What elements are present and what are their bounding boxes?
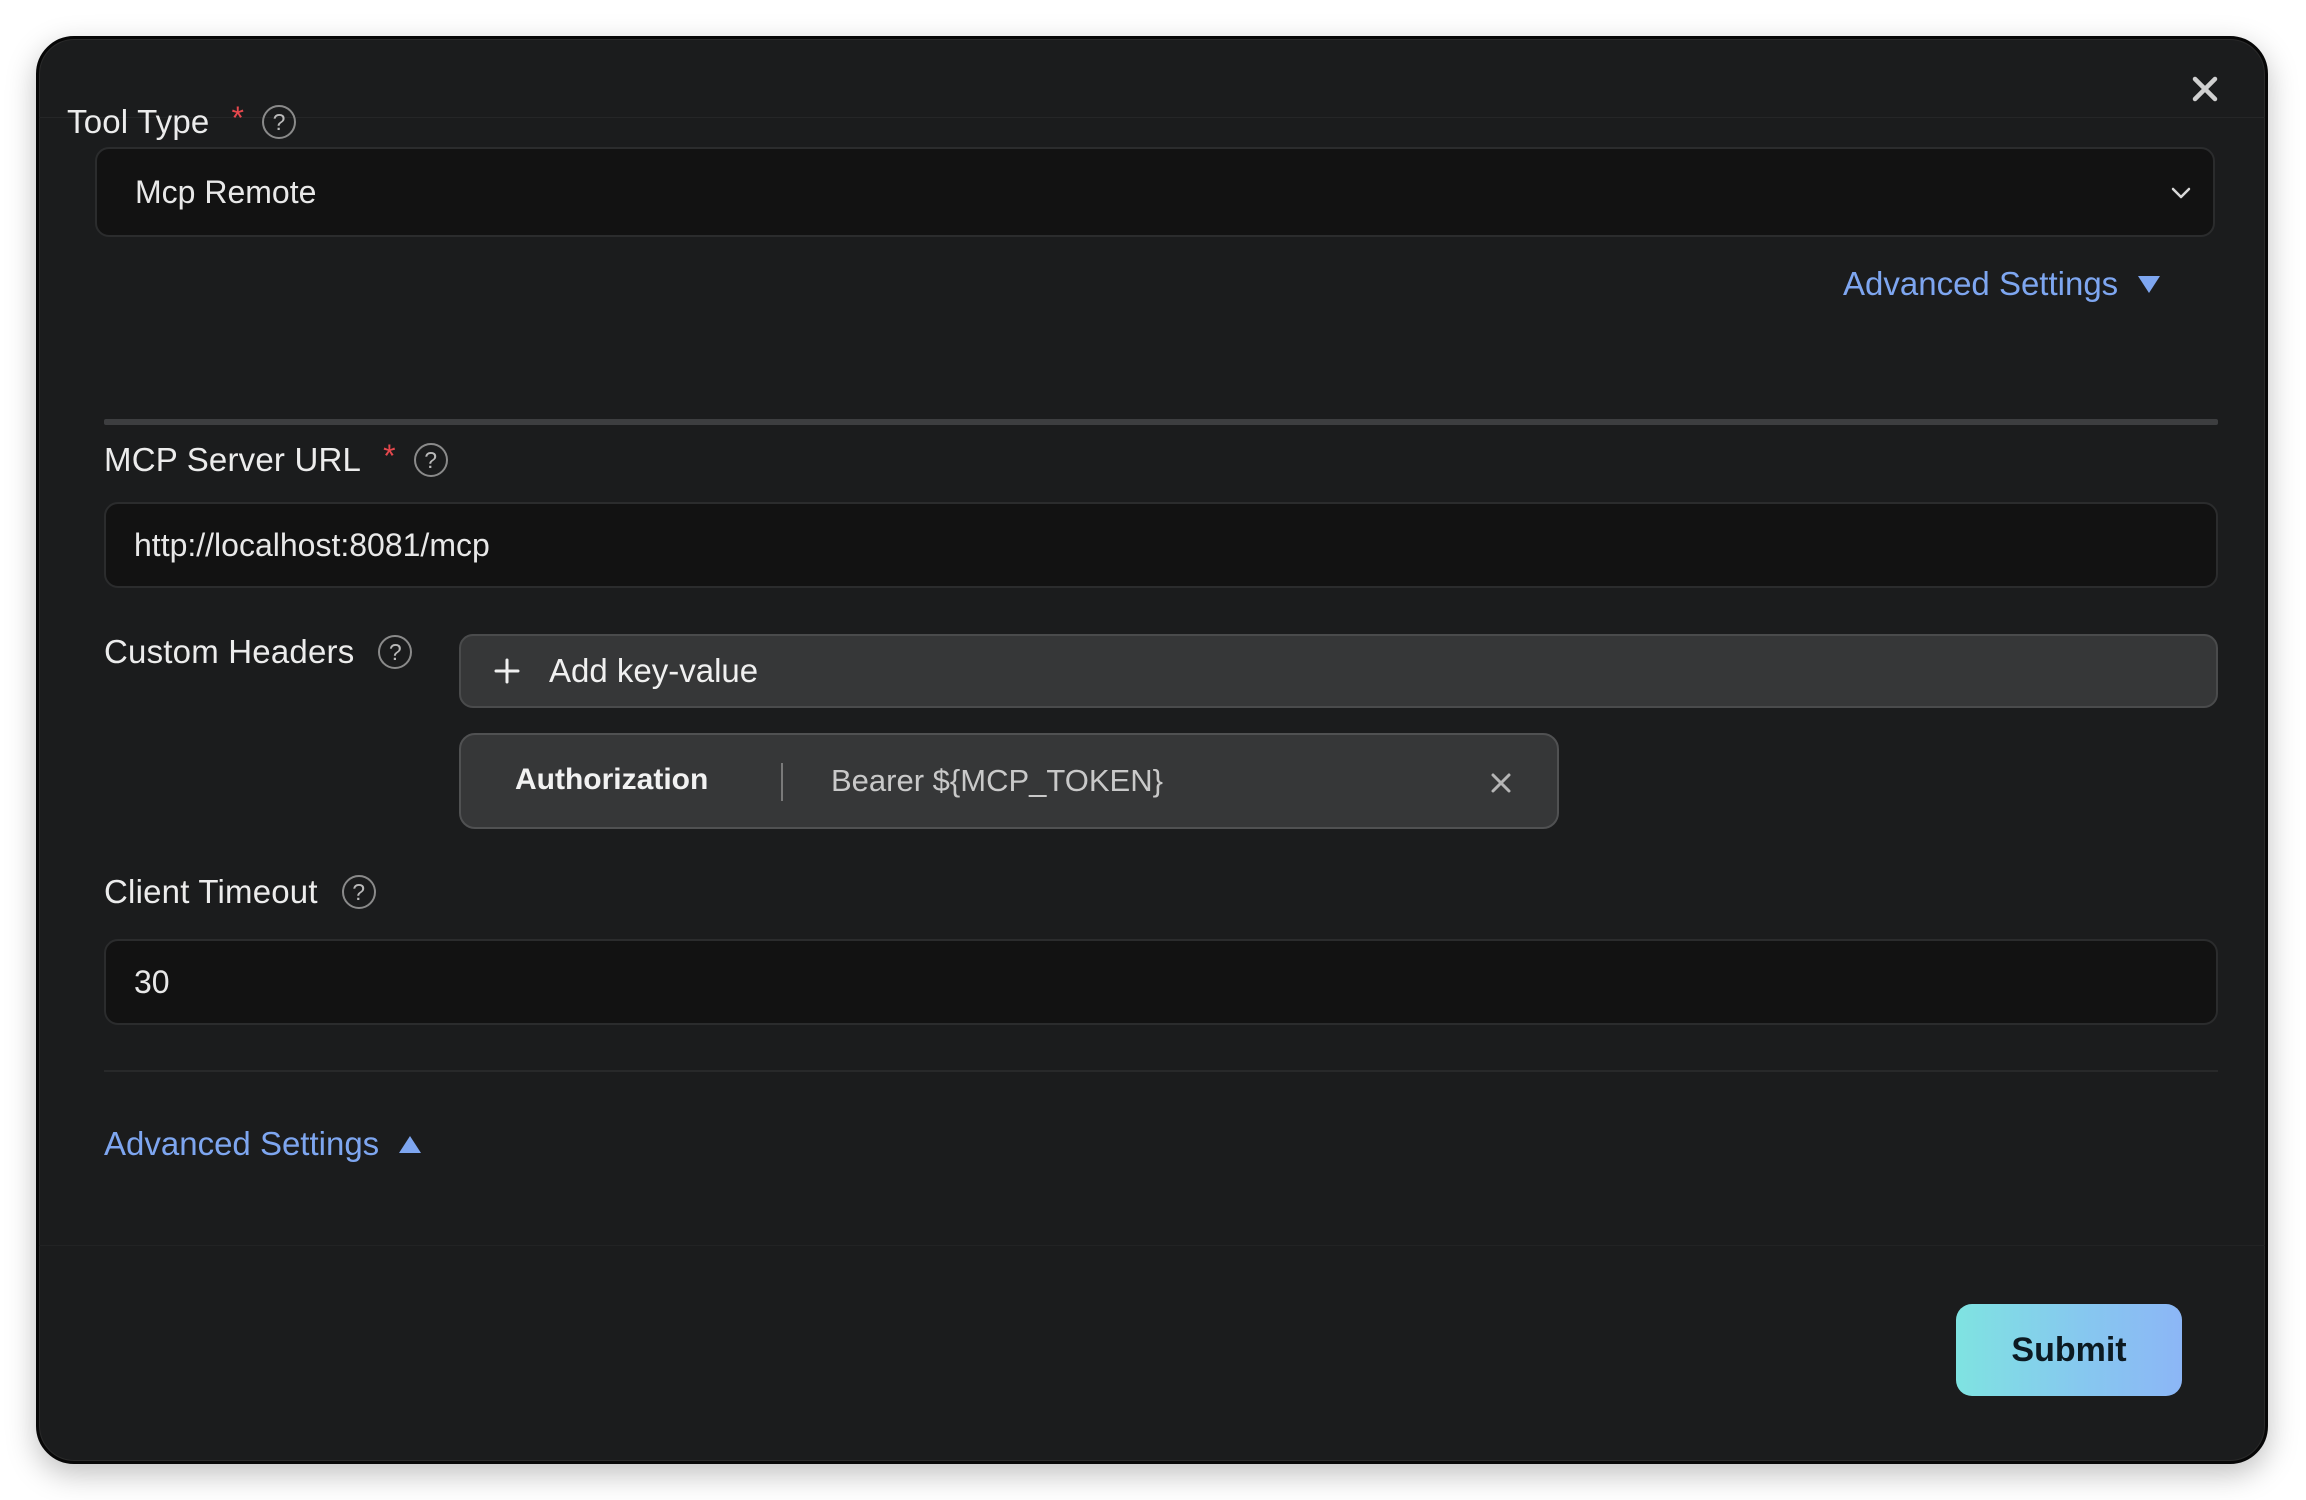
- custom-headers-label: Custom Headers: [104, 633, 355, 670]
- advanced-settings-label: Advanced Settings: [1843, 265, 2119, 302]
- advanced-divider: [104, 1070, 2218, 1072]
- client-timeout-label: Client Timeout: [104, 873, 318, 910]
- close-button[interactable]: [2183, 67, 2227, 111]
- triangle-down-icon: [2138, 276, 2161, 293]
- header-value: Bearer ${MCP_TOKEN}: [831, 763, 1163, 798]
- tool-type-label-row: Tool Type * ?: [67, 99, 297, 141]
- modal-header: [39, 39, 2265, 118]
- mcp-server-url-input[interactable]: http://localhost:8081/mcp: [104, 502, 2218, 588]
- help-icon[interactable]: ?: [262, 105, 297, 139]
- add-key-value-label: Add key-value: [549, 652, 759, 689]
- mcp-server-url-label-row: MCP Server URL * ?: [104, 437, 448, 479]
- required-marker: *: [383, 437, 396, 474]
- section-divider: [104, 419, 2218, 425]
- mcp-server-url-label: MCP Server URL: [104, 441, 362, 478]
- header-key: Authorization: [515, 763, 709, 796]
- submit-button[interactable]: Submit: [1956, 1304, 2182, 1396]
- plus-icon: [494, 658, 520, 684]
- remove-header-button[interactable]: [1487, 769, 1515, 797]
- client-timeout-value: 30: [134, 963, 170, 1000]
- close-icon: [2192, 76, 2218, 102]
- triangle-up-icon: [399, 1136, 422, 1153]
- advanced-settings-label: Advanced Settings: [104, 1125, 380, 1162]
- tool-config-modal: Tool Type * ? Mcp Remote Advanced Settin…: [36, 36, 2268, 1464]
- advanced-settings-toggle-top[interactable]: Advanced Settings: [1843, 265, 2162, 303]
- chevron-down-icon: [2171, 187, 2191, 199]
- mcp-server-url-value: http://localhost:8081/mcp: [134, 526, 490, 563]
- kv-separator: [781, 763, 783, 801]
- tool-type-select[interactable]: Mcp Remote: [95, 147, 2215, 237]
- help-icon[interactable]: ?: [413, 443, 448, 477]
- client-timeout-label-row: Client Timeout ?: [104, 873, 376, 911]
- add-key-value-button[interactable]: Add key-value: [459, 634, 2218, 708]
- footer-divider: [39, 1245, 2265, 1246]
- tool-type-selected-value: Mcp Remote: [135, 173, 317, 210]
- custom-headers-label-row: Custom Headers ?: [104, 633, 413, 671]
- header-kv-item: Authorization Bearer ${MCP_TOKEN}: [459, 733, 1559, 829]
- help-icon[interactable]: ?: [341, 875, 376, 909]
- advanced-settings-toggle-bottom[interactable]: Advanced Settings: [104, 1125, 423, 1163]
- required-marker: *: [231, 99, 245, 136]
- tool-type-label: Tool Type: [67, 103, 210, 140]
- help-icon[interactable]: ?: [378, 635, 413, 669]
- client-timeout-input[interactable]: 30: [104, 939, 2218, 1025]
